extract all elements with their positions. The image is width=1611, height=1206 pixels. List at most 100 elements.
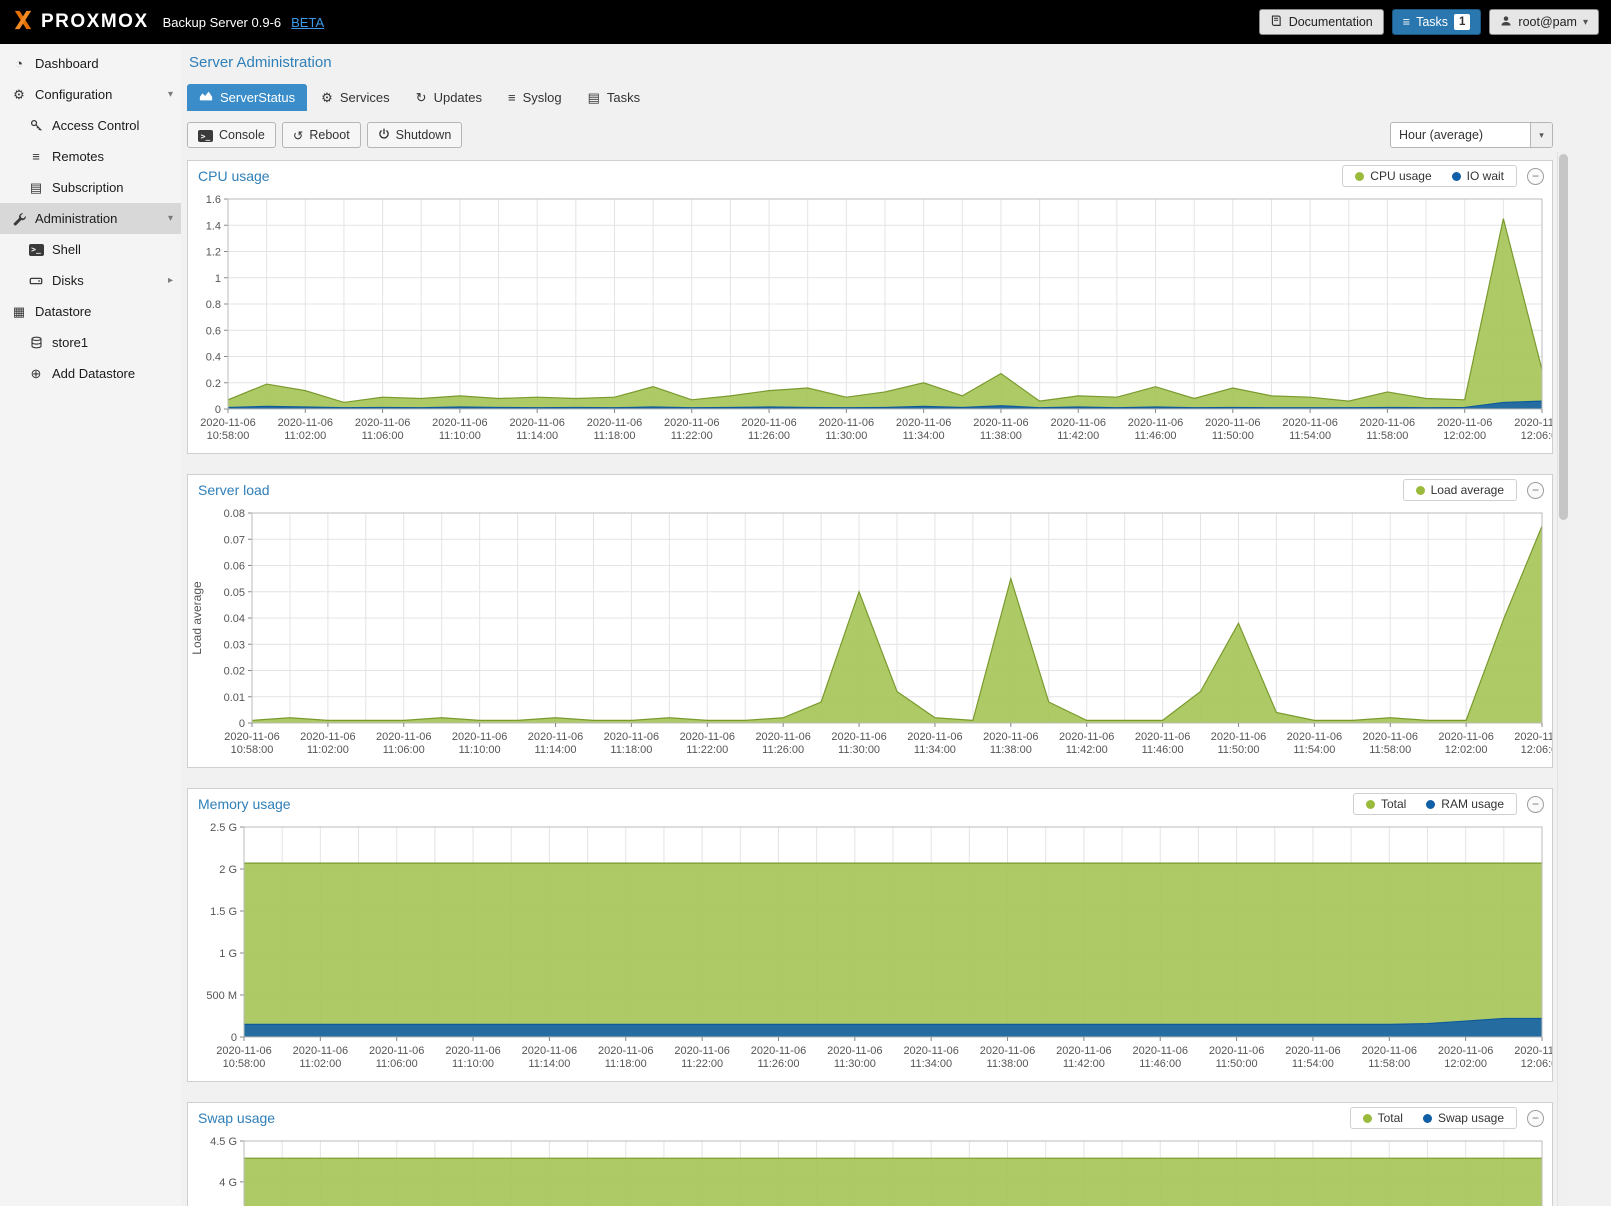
svg-text:0.8: 0.8 (206, 299, 221, 311)
collapse-button[interactable]: − (1527, 796, 1544, 813)
collapse-button[interactable]: − (1527, 1110, 1544, 1127)
sidebar-item-store1[interactable]: store1 (0, 327, 181, 358)
time-range-select[interactable]: Hour (average) ▾ (1390, 122, 1553, 148)
svg-text:11:50:00: 11:50:00 (1212, 430, 1254, 442)
svg-text:2020-11-06: 2020-11-06 (674, 1045, 729, 1057)
sidebar-item-access-control[interactable]: Access Control (0, 110, 181, 141)
svg-text:0.02: 0.02 (224, 666, 245, 678)
svg-text:11:42:00: 11:42:00 (1063, 1058, 1105, 1070)
legend-item[interactable]: CPU usage (1355, 169, 1431, 183)
legend-item[interactable]: Load average (1416, 483, 1504, 497)
console-button[interactable]: >_ Console (187, 122, 276, 148)
reboot-icon: ↺ (293, 128, 303, 143)
svg-text:0: 0 (215, 404, 221, 416)
panel-title: CPU usage (198, 168, 1342, 184)
svg-text:11:30:00: 11:30:00 (825, 430, 867, 442)
svg-text:11:06:00: 11:06:00 (383, 744, 425, 756)
legend-item[interactable]: RAM usage (1426, 797, 1504, 811)
task-list-icon: ≡ (1403, 15, 1410, 29)
chevron-right-icon: ▸ (168, 275, 173, 286)
svg-text:2020-11-06: 2020-11-06 (587, 417, 642, 429)
svg-text:11:58:00: 11:58:00 (1368, 1058, 1410, 1070)
svg-text:10:58:00: 10:58:00 (223, 1058, 266, 1070)
svg-text:0: 0 (231, 1032, 237, 1044)
beta-link[interactable]: BETA (291, 15, 324, 30)
svg-text:12:06:00: 12:06:00 (1521, 744, 1552, 756)
legend-item[interactable]: IO wait (1452, 169, 1504, 183)
svg-text:11:26:00: 11:26:00 (762, 744, 804, 756)
user-menu-button[interactable]: root@pam ▾ (1489, 9, 1599, 35)
proxmox-x-icon (12, 10, 34, 35)
svg-text:11:10:00: 11:10:00 (439, 430, 481, 442)
svg-text:4 G: 4 G (219, 1177, 237, 1189)
tab-syslog[interactable]: ≡ Syslog (496, 84, 574, 111)
svg-text:2020-11-06: 2020-11-06 (300, 731, 355, 743)
svg-text:0.03: 0.03 (224, 639, 245, 651)
svg-text:11:14:00: 11:14:00 (516, 430, 558, 442)
svg-text:11:38:00: 11:38:00 (987, 1058, 1029, 1070)
legend-dot-icon (1423, 1114, 1432, 1123)
svg-text:11:10:00: 11:10:00 (459, 744, 501, 756)
svg-text:11:02:00: 11:02:00 (299, 1058, 341, 1070)
svg-text:11:14:00: 11:14:00 (535, 744, 577, 756)
tab-services[interactable]: ⚙ Services (309, 84, 402, 111)
svg-text:Load average: Load average (190, 581, 204, 655)
datastore-icon: ▦ (11, 304, 27, 320)
sidebar-item-subscription[interactable]: ▤ Subscription (0, 172, 181, 203)
svg-text:2020-11-06: 2020-11-06 (1282, 417, 1337, 429)
collapse-button[interactable]: − (1527, 482, 1544, 499)
svg-text:2020-11-06: 2020-11-06 (983, 731, 1038, 743)
scrollbar-thumb[interactable] (1559, 154, 1568, 520)
svg-text:2020-11-06: 2020-11-06 (664, 417, 719, 429)
svg-text:2020-11-06: 2020-11-06 (1438, 1045, 1493, 1057)
svg-text:2020-11-06: 2020-11-06 (604, 731, 659, 743)
svg-text:11:30:00: 11:30:00 (838, 744, 880, 756)
svg-text:11:26:00: 11:26:00 (757, 1058, 799, 1070)
sidebar-item-datastore[interactable]: ▦ Datastore (0, 296, 181, 327)
tab-tasks[interactable]: ▤ Tasks (576, 84, 653, 111)
proxmox-logo: PROXMOX (12, 10, 149, 35)
sidebar-item-remotes[interactable]: ≡ Remotes (0, 141, 181, 172)
reboot-button[interactable]: ↺ Reboot (282, 122, 361, 148)
svg-text:12:02:00: 12:02:00 (1444, 1058, 1487, 1070)
svg-text:0.08: 0.08 (224, 508, 245, 520)
sidebar-item-dashboard[interactable]: ◔ Dashboard (0, 48, 181, 79)
tab-updates[interactable]: ↻ Updates (404, 84, 494, 111)
sidebar-item-disks[interactable]: Disks ▸ (0, 265, 181, 296)
legend-item[interactable]: Total (1363, 1111, 1403, 1125)
scrollbar[interactable] (1557, 152, 1569, 1206)
chevron-down-icon: ▾ (168, 213, 173, 224)
collapse-button[interactable]: − (1527, 168, 1544, 185)
tasks-button[interactable]: ≡ Tasks 1 (1392, 9, 1482, 35)
legend-item[interactable]: Swap usage (1423, 1111, 1504, 1125)
svg-text:4.5 G: 4.5 G (210, 1136, 237, 1148)
gear-icon: ⚙ (321, 90, 333, 106)
svg-text:2020-11-06: 2020-11-06 (1437, 417, 1492, 429)
svg-text:2020-11-06: 2020-11-06 (1287, 731, 1342, 743)
tab-serverstatus[interactable]: ServerStatus (187, 84, 307, 111)
legend-item[interactable]: Total (1366, 797, 1406, 811)
svg-text:2020-11-06: 2020-11-06 (907, 731, 962, 743)
svg-text:12:06:00: 12:06:00 (1521, 430, 1552, 442)
main-content: Server Administration ServerStatus ⚙ Ser… (181, 44, 1611, 1206)
sidebar-item-add-datastore[interactable]: ⊕ Add Datastore (0, 358, 181, 389)
svg-text:11:34:00: 11:34:00 (914, 744, 956, 756)
sidebar-item-configuration[interactable]: ⚙ Configuration ▾ (0, 79, 181, 110)
ticket-icon: ▤ (28, 180, 44, 196)
gear-icon: ⚙ (11, 87, 27, 103)
sidebar-item-administration[interactable]: Administration ▾ (0, 203, 181, 234)
shutdown-button[interactable]: Shutdown (367, 122, 463, 148)
documentation-button[interactable]: Documentation (1259, 9, 1384, 35)
svg-text:2020-11-06: 2020-11-06 (1363, 731, 1418, 743)
terminal-icon: >_ (28, 244, 44, 256)
svg-text:2020-11-06: 2020-11-06 (445, 1045, 500, 1057)
dashboard-icon: ◔ (11, 56, 27, 71)
svg-text:11:18:00: 11:18:00 (605, 1058, 647, 1070)
chart-legend: Total RAM usage (1353, 793, 1517, 815)
sidebar-item-shell[interactable]: >_ Shell (0, 234, 181, 265)
svg-text:1.4: 1.4 (206, 220, 221, 232)
svg-text:12:02:00: 12:02:00 (1443, 430, 1486, 442)
svg-text:2020-11-06: 2020-11-06 (452, 731, 507, 743)
server-load-panel: Server load Load average − 00.010.020.03… (187, 474, 1553, 768)
list-icon: ≡ (508, 90, 516, 105)
